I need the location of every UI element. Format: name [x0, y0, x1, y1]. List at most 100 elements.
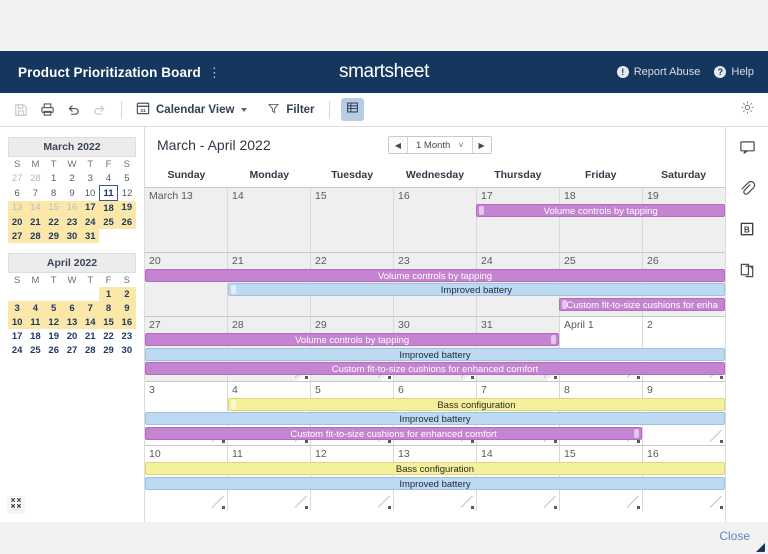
calendar-day-cell[interactable]: 18 — [560, 188, 643, 252]
mini-day-cell[interactable]: 5 — [44, 301, 63, 315]
mini-day-cell[interactable]: 28 — [81, 343, 99, 357]
calendar-day-cell[interactable]: 20 — [145, 252, 228, 316]
cell-expand-dot[interactable] — [387, 440, 391, 443]
calendar-event-bar[interactable]: Bass configuration — [227, 397, 725, 411]
mini-day-cell[interactable]: 1 — [99, 287, 118, 301]
calendar-event-bar[interactable]: Custom fit-to-size cushions for enha — [559, 297, 725, 311]
cell-expand-dot[interactable] — [304, 440, 308, 443]
mini-day-cell[interactable]: 26 — [45, 343, 63, 357]
cell-expand-dot[interactable] — [387, 505, 391, 509]
mini-day-cell[interactable]: 25 — [99, 215, 118, 229]
attachments-button[interactable] — [736, 180, 758, 202]
event-end-handle[interactable] — [551, 335, 557, 344]
event-start-handle[interactable] — [230, 285, 236, 294]
mini-day-cell[interactable]: 27 — [8, 229, 27, 243]
mini-day-cell[interactable]: 3 — [8, 301, 27, 315]
cell-expand-dot[interactable] — [387, 375, 391, 379]
mini-day-cell[interactable]: 16 — [117, 315, 136, 329]
cell-expand-dot[interactable] — [553, 375, 557, 379]
cell-expand-dot[interactable] — [470, 505, 474, 509]
calendar-day-cell[interactable]: 17 — [477, 188, 560, 252]
save-button[interactable] — [8, 98, 34, 122]
calendar-day-cell[interactable]: March 13 — [145, 188, 228, 252]
cell-expand-dot[interactable] — [304, 375, 308, 379]
cell-expand-dot[interactable] — [304, 505, 308, 509]
mini-day-cell[interactable]: 2 — [117, 287, 136, 301]
mini-day-cell[interactable]: 25 — [26, 343, 44, 357]
cell-expand-dot[interactable] — [221, 440, 225, 443]
mini-day-cell[interactable]: 14 — [81, 315, 100, 329]
cell-expand-dot[interactable] — [636, 440, 640, 443]
calendar-event-bar[interactable]: Improved battery — [227, 283, 725, 296]
mini-day-cell[interactable]: 21 — [81, 329, 99, 343]
calendar-event-bar[interactable]: Volume controls by tapping — [145, 333, 560, 346]
mini-day-cell[interactable]: 2 — [63, 171, 81, 186]
mini-day-cell[interactable]: 13 — [62, 315, 82, 329]
calendar-event-bar[interactable]: Custom fit-to-size cushions for enhanced… — [145, 362, 725, 375]
mini-day-cell[interactable]: 9 — [63, 186, 81, 201]
calendar-event-bar[interactable]: Improved battery — [145, 476, 725, 490]
cell-expand-dot[interactable] — [719, 375, 723, 379]
cell-expand-dot[interactable] — [636, 505, 640, 509]
mini-day-cell[interactable]: 24 — [8, 343, 26, 357]
mini-day-cell[interactable]: 11 — [98, 185, 119, 201]
mini-day-cell[interactable]: 8 — [99, 301, 118, 315]
mini-day-cell[interactable]: 20 — [8, 215, 27, 229]
event-end-handle[interactable] — [634, 428, 640, 438]
mini-day-cell[interactable]: 15 — [44, 200, 63, 215]
cell-expand-dot[interactable] — [719, 505, 723, 509]
mini-day-cell[interactable]: 13 — [8, 200, 27, 215]
mini-day-cell[interactable]: 24 — [81, 215, 100, 229]
mini-day-cell[interactable]: 17 — [81, 200, 100, 215]
mini-day-cell[interactable]: 30 — [118, 343, 136, 357]
mini-day-cell[interactable]: 28 — [26, 229, 45, 243]
mini-day-cell[interactable]: 4 — [99, 171, 117, 186]
mini-day-cell[interactable]: 17 — [8, 329, 26, 343]
mini-day-cell[interactable]: 19 — [117, 200, 136, 215]
calendar-event-bar[interactable]: Custom fit-to-size cushions for enhanced… — [145, 426, 643, 440]
grid-view-toggle[interactable] — [340, 98, 364, 121]
mini-day-cell[interactable]: 14 — [26, 200, 45, 215]
mini-day-cell[interactable]: 27 — [63, 343, 81, 357]
mini-day-cell[interactable]: 18 — [26, 329, 44, 343]
redo-button[interactable] — [86, 98, 112, 122]
mini-day-cell[interactable]: 12 — [118, 186, 136, 201]
mini-day-cell[interactable]: 3 — [81, 171, 99, 186]
settings-button[interactable] — [736, 99, 758, 121]
mini-day-cell[interactable]: 20 — [63, 329, 81, 343]
cell-expand-dot[interactable] — [470, 440, 474, 443]
mini-day-cell[interactable]: 30 — [62, 229, 82, 243]
mini-day-cell[interactable]: 10 — [81, 186, 99, 201]
update-requests-button[interactable] — [736, 262, 758, 284]
mini-day-cell[interactable]: 21 — [26, 215, 45, 229]
mini-day-cell[interactable]: 1 — [45, 171, 63, 186]
mini-day-cell[interactable]: 4 — [26, 301, 45, 315]
mini-day-cell[interactable]: 29 — [44, 229, 63, 243]
calendar-day-cell[interactable]: 16 — [394, 188, 477, 252]
calendar-event-bar[interactable]: Volume controls by tapping — [145, 268, 725, 282]
proofs-button[interactable]: B — [736, 221, 758, 243]
calendar-day-cell[interactable]: 14 — [228, 188, 311, 252]
mini-day-cell[interactable]: 27 — [8, 171, 26, 186]
calendar-day-cell[interactable]: 15 — [311, 188, 394, 252]
sheet-menu-kebab-icon[interactable]: ⋮ — [208, 66, 221, 79]
filter-button[interactable]: Filter — [262, 102, 319, 118]
period-span-selector[interactable]: 1 Month ˅ — [408, 137, 472, 153]
mini-day-cell[interactable]: 10 — [8, 315, 27, 329]
calendar-event-bar[interactable]: Bass configuration — [145, 462, 725, 475]
mini-day-cell[interactable]: 23 — [62, 215, 82, 229]
event-start-handle[interactable] — [230, 399, 236, 409]
mini-day-cell[interactable]: 29 — [99, 343, 117, 357]
mini-day-cell[interactable]: 15 — [99, 315, 118, 329]
cell-expand-dot[interactable] — [719, 440, 723, 443]
mini-day-cell[interactable]: 8 — [45, 186, 63, 201]
help-button[interactable]: ? Help — [714, 66, 754, 78]
mini-day-cell[interactable]: 16 — [62, 200, 82, 215]
expand-panel-button[interactable] — [7, 496, 25, 514]
calendar-event-bar[interactable]: Improved battery — [145, 347, 725, 361]
mini-day-cell[interactable]: 22 — [44, 215, 63, 229]
calendar-day-cell[interactable]: 19 — [643, 188, 725, 252]
mini-day-cell[interactable]: 31 — [81, 229, 100, 243]
mini-day-cell[interactable]: 6 — [8, 186, 26, 201]
mini-day-cell[interactable]: 7 — [81, 301, 100, 315]
